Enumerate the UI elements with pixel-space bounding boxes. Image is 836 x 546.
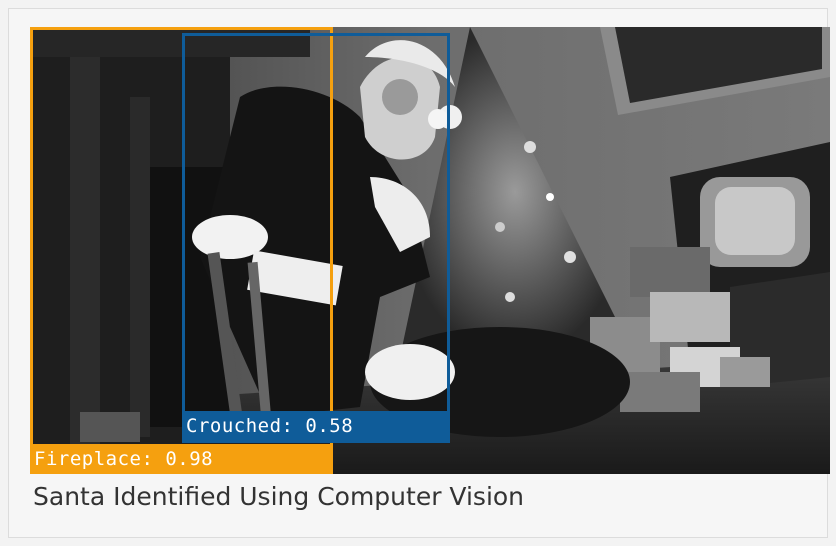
image-caption: Santa Identified Using Computer Vision: [33, 482, 525, 511]
detection-label-crouched: Crouched: 0.58: [182, 411, 450, 441]
detection-box-crouched[interactable]: [182, 33, 450, 443]
detection-label-fireplace: Fireplace: 0.98: [30, 444, 333, 474]
image-card: Fireplace: 0.98 Crouched: 0.58 Santa Ide…: [8, 8, 830, 538]
detection-image: Fireplace: 0.98 Crouched: 0.58: [30, 27, 830, 474]
